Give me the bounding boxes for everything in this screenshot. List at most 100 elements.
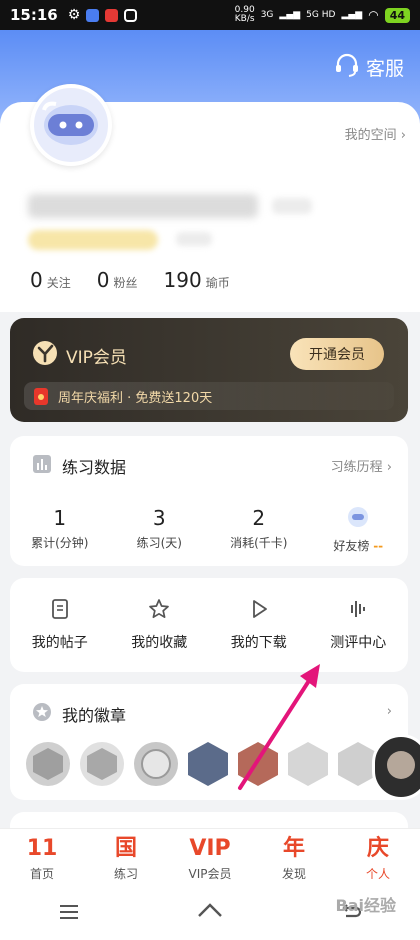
practice-data-card: 练习数据 习练历程 › 1 累计(分钟) 3 练习(天) 2 消耗(千卡) 好友… — [10, 436, 408, 566]
coins-count: 190 — [163, 268, 202, 292]
my-posts-label: 我的帖子 — [31, 635, 88, 651]
my-space-link[interactable]: 我的空间 › — [345, 124, 406, 143]
my-favorites-label: 我的收藏 — [131, 635, 188, 651]
customer-service-label: 客服 — [365, 58, 404, 80]
profile-icon: 庆 — [366, 836, 389, 861]
stat-value: 3 — [152, 506, 166, 530]
profile-card: 我的空间 › 0 关注 0 粉丝 190 瑜币 — [0, 84, 420, 312]
follow-stat[interactable]: 0 关注 — [30, 268, 71, 292]
friend-ranking-value: -- — [373, 539, 384, 553]
status-bar: 15:16 ⚙ 0.90 KB/s 3G ▂▄▆ 5G HD ▂▄▆ ◠ 44 — [0, 0, 420, 30]
tab-vip-label: VIP会员 — [188, 867, 232, 881]
tab-profile-label: 个人 — [365, 867, 390, 881]
network-speed-unit: KB/s — [234, 14, 255, 24]
headset-icon — [334, 52, 360, 83]
practice-title: 练习数据 — [62, 458, 127, 477]
network-type-2: 5G HD — [306, 10, 336, 20]
status-right: 0.90 KB/s 3G ▂▄▆ 5G HD ▂▄▆ ◠ 44 — [235, 6, 410, 24]
stat-value: 2 — [252, 506, 266, 530]
vip-title: VIP会员 — [32, 340, 127, 371]
coins-label: 瑜币 — [205, 276, 230, 290]
chevron-right-icon: › — [400, 128, 406, 143]
home-nav-icon[interactable] — [197, 902, 223, 926]
badges-card[interactable]: 我的徽章 › — [10, 684, 408, 800]
stat-label: 累计(分钟) — [31, 536, 89, 550]
badge-item[interactable] — [188, 742, 228, 786]
status-time: 15:16 — [10, 6, 58, 24]
tab-profile[interactable]: 庆 个人 — [336, 829, 420, 888]
chevron-right-icon[interactable]: › — [387, 704, 392, 719]
coins-stat[interactable]: 190 瑜币 — [164, 268, 230, 292]
fans-label: 粉丝 — [113, 276, 138, 290]
play-icon — [252, 600, 267, 618]
practice-icon: 国 — [114, 836, 137, 861]
stat-value: 1 — [53, 506, 67, 530]
floating-avatar-button[interactable] — [372, 734, 420, 800]
badge-item[interactable] — [80, 742, 124, 786]
user-id-blurred — [272, 198, 312, 214]
practice-stats: 1 累计(分钟) 3 练习(天) 2 消耗(千卡) 好友榜 -- — [10, 506, 408, 554]
friend-ranking-label: 好友榜 — [333, 539, 370, 553]
app-notification-icon-2 — [105, 8, 119, 22]
evaluation-center-button[interactable]: 测评中心 — [309, 578, 409, 672]
friend-ranking[interactable]: 好友榜 -- — [309, 506, 409, 554]
vip-title-label: VIP会员 — [66, 348, 127, 368]
level-tag-blurred — [176, 232, 212, 246]
badge-item[interactable] — [288, 742, 328, 786]
follow-count: 0 — [30, 268, 43, 292]
my-favorites-button[interactable]: 我的收藏 — [110, 578, 210, 672]
my-downloads-label: 我的下载 — [230, 635, 287, 651]
tab-practice[interactable]: 国 练习 — [84, 829, 168, 888]
baidu-watermark: Bai经验 — [335, 896, 396, 915]
customer-service-button[interactable]: 客服 — [334, 52, 404, 83]
menu-icon[interactable] — [58, 903, 80, 925]
network-type: 3G — [260, 10, 274, 20]
red-envelope-icon — [34, 387, 48, 405]
practice-history-link[interactable]: 习练历程 › — [331, 456, 392, 475]
my-posts-button[interactable]: 我的帖子 — [10, 578, 110, 672]
vip-promo-banner[interactable]: 周年庆福利 · 免费送120天 — [24, 382, 394, 410]
badge-medal-icon — [32, 702, 52, 726]
app-notification-icon — [86, 8, 100, 22]
fans-count: 0 — [96, 268, 110, 292]
battery-level: 44 — [384, 7, 410, 23]
practice-stat-calories[interactable]: 2 消耗(千卡) — [209, 506, 309, 554]
tab-home-label: 首页 — [29, 867, 54, 881]
badges-header: 我的徽章 — [32, 702, 126, 726]
my-downloads-button[interactable]: 我的下载 — [209, 578, 309, 672]
tab-vip[interactable]: VIP VIP会员 — [168, 829, 252, 888]
wifi-icon: ◠ — [368, 8, 379, 22]
my-space-label: 我的空间 — [344, 128, 397, 143]
stat-label: 练习(天) — [136, 536, 182, 550]
follow-label: 关注 — [46, 276, 71, 290]
waveform-icon — [351, 601, 366, 617]
robot-face-icon — [42, 101, 98, 145]
practice-stat-days[interactable]: 3 练习(天) — [110, 506, 210, 554]
badge-item[interactable] — [134, 742, 178, 786]
evaluation-center-label: 测评中心 — [330, 635, 387, 651]
friend-ranking-icon — [309, 506, 409, 533]
level-badge-blurred — [28, 230, 158, 250]
tab-discover-label: 发现 — [281, 867, 306, 881]
practice-history-label: 习练历程 — [330, 460, 383, 475]
badge-item[interactable] — [26, 742, 70, 786]
tab-discover[interactable]: 年 发现 — [252, 829, 336, 888]
stat-label: 消耗(千卡) — [230, 536, 288, 550]
tab-home[interactable]: 11 首页 — [0, 829, 84, 888]
practice-stat-minutes[interactable]: 1 累计(分钟) — [10, 506, 110, 554]
app-notification-icon-3 — [124, 8, 138, 22]
vip-promo-label: 周年庆福利 · 免费送120天 — [58, 390, 213, 406]
signal-icon: ▂▄▆ — [279, 10, 301, 20]
bottom-tab-bar: 11 首页 国 练习 VIP VIP会员 年 发现 庆 个人 — [0, 828, 420, 888]
chevron-right-icon: › — [386, 460, 392, 475]
avatar[interactable] — [30, 84, 112, 166]
badges-title: 我的徽章 — [62, 706, 127, 725]
vip-card[interactable]: VIP会员 开通会员 周年庆福利 · 免费送120天 — [10, 318, 408, 422]
username-blurred — [28, 194, 258, 218]
badge-item[interactable] — [238, 742, 278, 786]
open-membership-button[interactable]: 开通会员 — [290, 338, 384, 370]
profile-stats: 0 关注 0 粉丝 190 瑜币 — [30, 268, 230, 292]
bar-chart-icon — [32, 454, 52, 478]
document-icon — [51, 599, 68, 619]
fans-stat[interactable]: 0 粉丝 — [97, 268, 138, 292]
